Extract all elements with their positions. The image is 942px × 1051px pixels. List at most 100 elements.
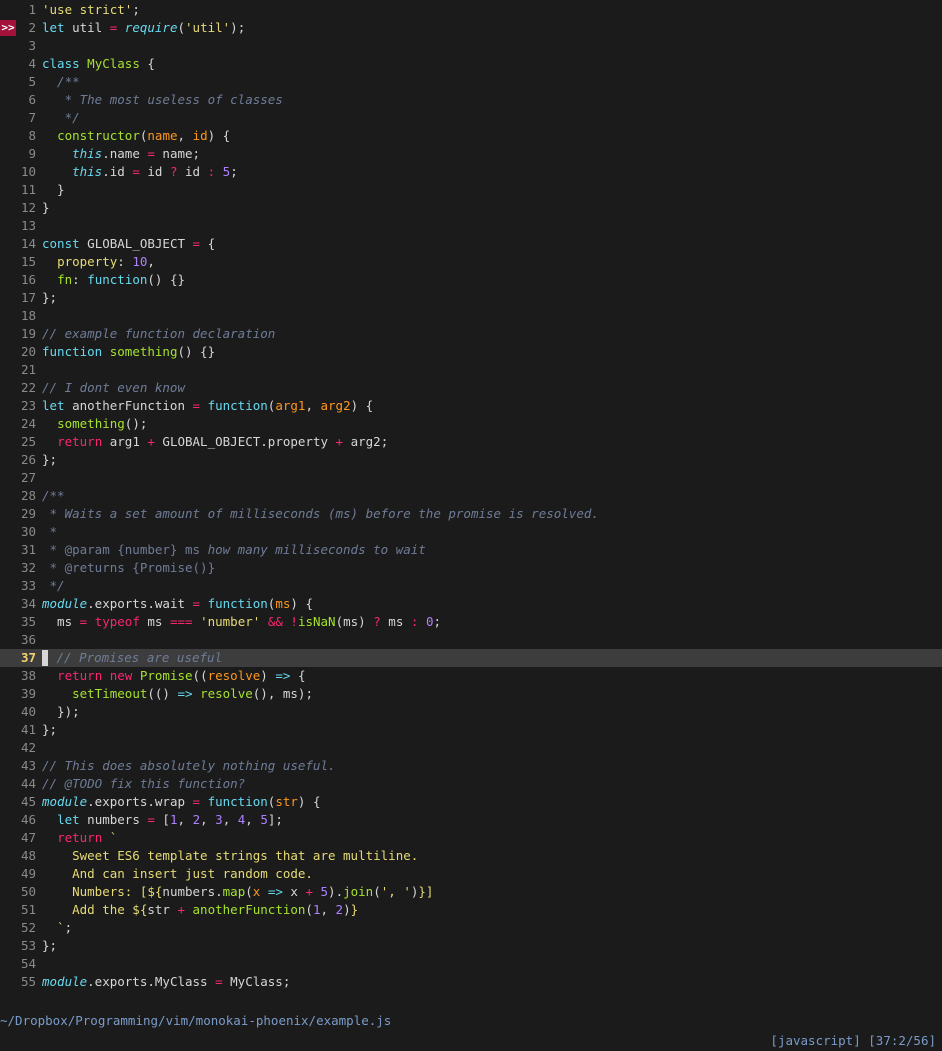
- code-line[interactable]: 43 // This does absolutely nothing useful…: [0, 757, 942, 775]
- line-number: 3: [28, 38, 36, 53]
- code-line[interactable]: 12}: [0, 199, 942, 217]
- code-line[interactable]: 49 And can insert just random code.: [0, 865, 942, 883]
- code-line[interactable]: 4 class MyClass {: [0, 55, 942, 73]
- code-line[interactable]: 38 return new Promise((resolve) => {: [0, 667, 942, 685]
- cursor-line[interactable]: 37 // Promises are useful: [0, 649, 942, 667]
- code-token: resolve: [200, 686, 253, 701]
- code-token: ((): [147, 686, 178, 701]
- code-line[interactable]: 28 /**: [0, 487, 942, 505]
- line-code: * @param {number} ms how many millisecon…: [42, 541, 426, 559]
- code-line[interactable]: 29 * Waits a set amount of milliseconds …: [0, 505, 942, 523]
- code-token: .name: [102, 146, 148, 161]
- line-number: 28: [20, 488, 36, 503]
- line-number: 49: [20, 866, 36, 881]
- line-number: 18: [20, 308, 36, 323]
- code-line[interactable]: 39 setTimeout(() => resolve(), ms);: [0, 685, 942, 703]
- code-token: =: [192, 596, 201, 611]
- code-line[interactable]: 8 constructor(name, id) {: [0, 127, 942, 145]
- line-number: 31: [20, 542, 36, 557]
- code-line[interactable]: 20 function something() {}: [0, 343, 942, 361]
- code-line[interactable]: 5 /**: [0, 73, 942, 91]
- code-line[interactable]: 30 *: [0, 523, 942, 541]
- code-line[interactable]: 53};: [0, 937, 942, 955]
- line-number: 23: [20, 398, 36, 413]
- code-token: };: [42, 938, 58, 953]
- code-line[interactable]: 13: [0, 217, 942, 235]
- line-code: *: [42, 523, 58, 541]
- code-token: .id: [102, 164, 133, 179]
- code-line[interactable]: 22 // I dont even know: [0, 379, 942, 397]
- code-token: function: [207, 398, 268, 413]
- code-token: +: [335, 434, 344, 449]
- code-line[interactable]: 7 */: [0, 109, 942, 127]
- code-editor[interactable]: 1'use strict'; >> 2 let util = require('uti…: [0, 1, 942, 991]
- code-token: };: [42, 452, 58, 467]
- code-line[interactable]: >> 2 let util = require('util');: [0, 19, 942, 37]
- code-token: :: [207, 164, 216, 179]
- code-line[interactable]: 10 this.id = id ? id : 5;: [0, 163, 942, 181]
- code-line[interactable]: 31 * @param {number} ms how many millise…: [0, 541, 942, 559]
- line-number: 46: [20, 812, 36, 827]
- code-line[interactable]: 15 property: 10,: [0, 253, 942, 271]
- code-line[interactable]: 32 * @returns {Promise()}: [0, 559, 942, 577]
- code-token: }]: [418, 884, 434, 899]
- code-line[interactable]: 35 ms = typeof ms === 'number' && !isNaN…: [0, 613, 942, 631]
- code-line[interactable]: 34 module.exports.wait = function(ms) {: [0, 595, 942, 613]
- code-line[interactable]: 18: [0, 307, 942, 325]
- code-token: something: [109, 344, 178, 359]
- code-line[interactable]: 55 module.exports.MyClass = MyClass;: [0, 973, 942, 991]
- code-line[interactable]: 33 */: [0, 577, 942, 595]
- code-token: function: [87, 272, 148, 287]
- code-line[interactable]: 52 `;: [0, 919, 942, 937]
- code-token: ,: [200, 812, 216, 827]
- code-token: id: [192, 128, 208, 143]
- code-token: {: [139, 56, 155, 71]
- line-number: 52: [20, 920, 36, 935]
- code-line[interactable]: 50 Numbers: [${numbers.map(x => x + 5).j…: [0, 883, 942, 901]
- code-token: :: [72, 272, 88, 287]
- line-code: /**: [42, 487, 65, 505]
- code-line[interactable]: 26};: [0, 451, 942, 469]
- line-number: 27: [20, 470, 36, 485]
- code-line[interactable]: 41};: [0, 721, 942, 739]
- code-token: module: [42, 596, 88, 611]
- line-code: function something() {}: [42, 343, 215, 361]
- code-line[interactable]: 19 // example function declaration: [0, 325, 942, 343]
- code-line[interactable]: 46 let numbers = [1, 2, 3, 4, 5];: [0, 811, 942, 829]
- code-line[interactable]: 14 const GLOBAL_OBJECT = {: [0, 235, 942, 253]
- code-line[interactable]: 54: [0, 955, 942, 973]
- code-line[interactable]: 1 'use strict';: [0, 1, 942, 19]
- code-token: */: [42, 110, 80, 125]
- code-token: // I dont even know: [42, 380, 185, 395]
- code-token: ms: [275, 596, 291, 611]
- line-code: }: [42, 199, 50, 217]
- code-token: ) {: [350, 398, 374, 413]
- code-token: );: [230, 20, 246, 35]
- code-line[interactable]: 21: [0, 361, 942, 379]
- code-line[interactable]: 44 // @TODO fix this function?: [0, 775, 942, 793]
- code-line[interactable]: 45 module.exports.wrap = function(str) {: [0, 793, 942, 811]
- code-line[interactable]: 23 let anotherFunction = function(arg1, a…: [0, 397, 942, 415]
- code-line[interactable]: 3: [0, 37, 942, 55]
- code-token: MyClass: [87, 56, 140, 71]
- code-line[interactable]: 48 Sweet ES6 template strings that are m…: [0, 847, 942, 865]
- code-line[interactable]: 25 return arg1 + GLOBAL_OBJECT.property …: [0, 433, 942, 451]
- code-token: ,: [177, 128, 193, 143]
- code-line[interactable]: 6 * The most useless of classes: [0, 91, 942, 109]
- code-line[interactable]: 40 });: [0, 703, 942, 721]
- code-line[interactable]: 16 fn: function() {}: [0, 271, 942, 289]
- code-line[interactable]: 11 }: [0, 181, 942, 199]
- code-token: function: [42, 344, 103, 359]
- line-number: 22: [20, 380, 36, 395]
- code-line[interactable]: 51 Add the ${str + anotherFunction(1, 2)…: [0, 901, 942, 919]
- code-line[interactable]: 17};: [0, 289, 942, 307]
- code-line[interactable]: 36: [0, 631, 942, 649]
- code-line[interactable]: 47 return `: [0, 829, 942, 847]
- code-line[interactable]: 24 something();: [0, 415, 942, 433]
- code-line[interactable]: 9 this.name = name;: [0, 145, 942, 163]
- code-token: property: [57, 254, 118, 269]
- code-line[interactable]: 27: [0, 469, 942, 487]
- code-line[interactable]: 42: [0, 739, 942, 757]
